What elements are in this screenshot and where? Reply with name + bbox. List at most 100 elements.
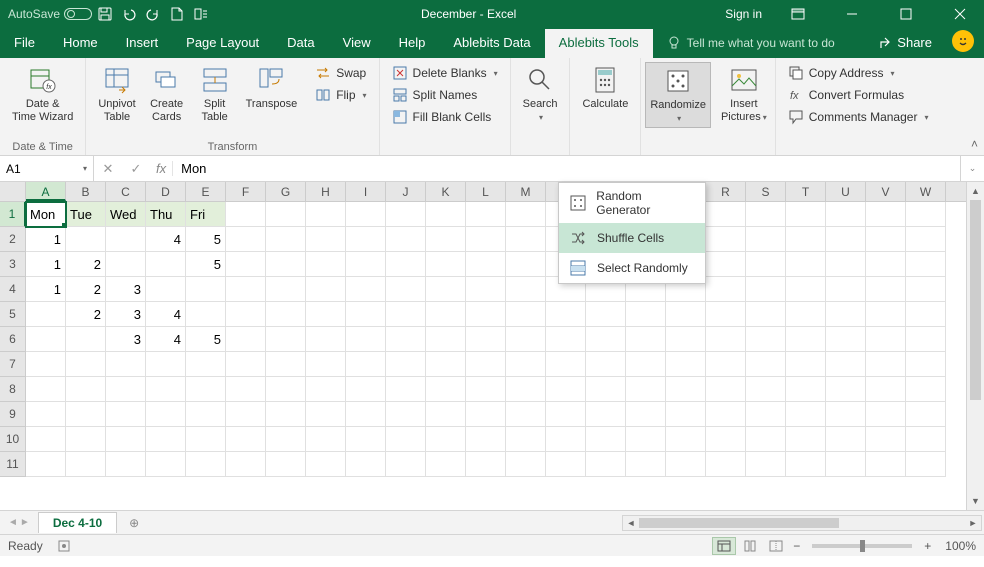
- cell[interactable]: [106, 427, 146, 452]
- cell[interactable]: [746, 302, 786, 327]
- cell[interactable]: [866, 227, 906, 252]
- cell[interactable]: [546, 352, 586, 377]
- cell[interactable]: [386, 402, 426, 427]
- cell[interactable]: [626, 302, 666, 327]
- cell[interactable]: [226, 352, 266, 377]
- cell[interactable]: [506, 402, 546, 427]
- cell[interactable]: [826, 327, 866, 352]
- cell[interactable]: [826, 202, 866, 227]
- column-header[interactable]: R: [706, 182, 746, 201]
- cell[interactable]: [826, 452, 866, 477]
- cell[interactable]: [826, 277, 866, 302]
- column-header[interactable]: B: [66, 182, 106, 201]
- cell[interactable]: [386, 302, 426, 327]
- row-header[interactable]: 10: [0, 427, 26, 452]
- cell[interactable]: [146, 427, 186, 452]
- cell[interactable]: [786, 352, 826, 377]
- cell[interactable]: [266, 352, 306, 377]
- column-header[interactable]: K: [426, 182, 466, 201]
- cell[interactable]: [746, 252, 786, 277]
- cell[interactable]: [426, 227, 466, 252]
- cell[interactable]: [826, 377, 866, 402]
- add-sheet-button[interactable]: ⊕: [123, 512, 145, 534]
- cell[interactable]: [266, 302, 306, 327]
- row-header[interactable]: 9: [0, 402, 26, 427]
- cell[interactable]: 5: [186, 252, 226, 277]
- cell[interactable]: [426, 452, 466, 477]
- cell[interactable]: 5: [186, 327, 226, 352]
- cell[interactable]: [706, 252, 746, 277]
- date-time-wizard-button[interactable]: fx Date & Time Wizard: [8, 62, 77, 126]
- column-header[interactable]: I: [346, 182, 386, 201]
- column-header[interactable]: C: [106, 182, 146, 201]
- column-header[interactable]: U: [826, 182, 866, 201]
- touch-mode-icon[interactable]: [190, 3, 212, 25]
- cell[interactable]: [506, 302, 546, 327]
- cell[interactable]: [306, 277, 346, 302]
- cell[interactable]: [786, 202, 826, 227]
- cell[interactable]: [226, 427, 266, 452]
- column-header[interactable]: A: [26, 182, 66, 201]
- cell[interactable]: [226, 202, 266, 227]
- cell[interactable]: [866, 277, 906, 302]
- cell[interactable]: [746, 427, 786, 452]
- expand-formula-bar-icon[interactable]: ⌄: [960, 156, 984, 181]
- cell[interactable]: [466, 302, 506, 327]
- tab-insert[interactable]: Insert: [112, 29, 173, 58]
- tab-home[interactable]: Home: [49, 29, 112, 58]
- cell[interactable]: [186, 427, 226, 452]
- cell[interactable]: 5: [186, 227, 226, 252]
- cell[interactable]: [746, 352, 786, 377]
- cell[interactable]: [266, 452, 306, 477]
- cell[interactable]: [826, 227, 866, 252]
- cell[interactable]: [866, 352, 906, 377]
- cell[interactable]: 3: [106, 302, 146, 327]
- cell[interactable]: 3: [106, 277, 146, 302]
- cell[interactable]: [266, 327, 306, 352]
- row-header[interactable]: 2: [0, 227, 26, 252]
- cell[interactable]: [866, 452, 906, 477]
- fill-blank-cells-button[interactable]: Fill Blank Cells: [388, 106, 502, 128]
- cell[interactable]: [826, 352, 866, 377]
- cell[interactable]: [386, 352, 426, 377]
- minimize-button[interactable]: [834, 0, 870, 28]
- cell[interactable]: [586, 352, 626, 377]
- cell[interactable]: [786, 252, 826, 277]
- cell[interactable]: Thu: [146, 202, 186, 227]
- cell[interactable]: [706, 402, 746, 427]
- cell[interactable]: [546, 427, 586, 452]
- cell[interactable]: [26, 352, 66, 377]
- cell[interactable]: [786, 402, 826, 427]
- column-header[interactable]: W: [906, 182, 946, 201]
- cell[interactable]: [106, 227, 146, 252]
- cell[interactable]: [66, 402, 106, 427]
- cell[interactable]: [546, 327, 586, 352]
- cell[interactable]: [706, 277, 746, 302]
- cell[interactable]: [346, 302, 386, 327]
- cell[interactable]: 1: [26, 277, 66, 302]
- close-button[interactable]: [942, 0, 978, 28]
- cell[interactable]: [786, 327, 826, 352]
- formula-input[interactable]: Mon: [173, 156, 960, 181]
- cell[interactable]: [906, 427, 946, 452]
- cell[interactable]: [426, 427, 466, 452]
- cell[interactable]: [146, 402, 186, 427]
- cell[interactable]: [146, 277, 186, 302]
- column-header[interactable]: S: [746, 182, 786, 201]
- cell[interactable]: [266, 277, 306, 302]
- cell[interactable]: [706, 227, 746, 252]
- flip-button[interactable]: Flip▾: [311, 84, 370, 106]
- collapse-ribbon-icon[interactable]: ˄: [971, 137, 978, 151]
- cell[interactable]: [666, 302, 706, 327]
- row-header[interactable]: 1: [0, 202, 26, 227]
- cell[interactable]: [66, 427, 106, 452]
- scroll-up-icon[interactable]: ▲: [967, 182, 984, 200]
- cell[interactable]: [466, 427, 506, 452]
- cell[interactable]: [466, 252, 506, 277]
- cell[interactable]: [506, 277, 546, 302]
- redo-icon[interactable]: [142, 3, 164, 25]
- cell[interactable]: [906, 252, 946, 277]
- cell[interactable]: [546, 302, 586, 327]
- cell[interactable]: [226, 302, 266, 327]
- cell[interactable]: [626, 452, 666, 477]
